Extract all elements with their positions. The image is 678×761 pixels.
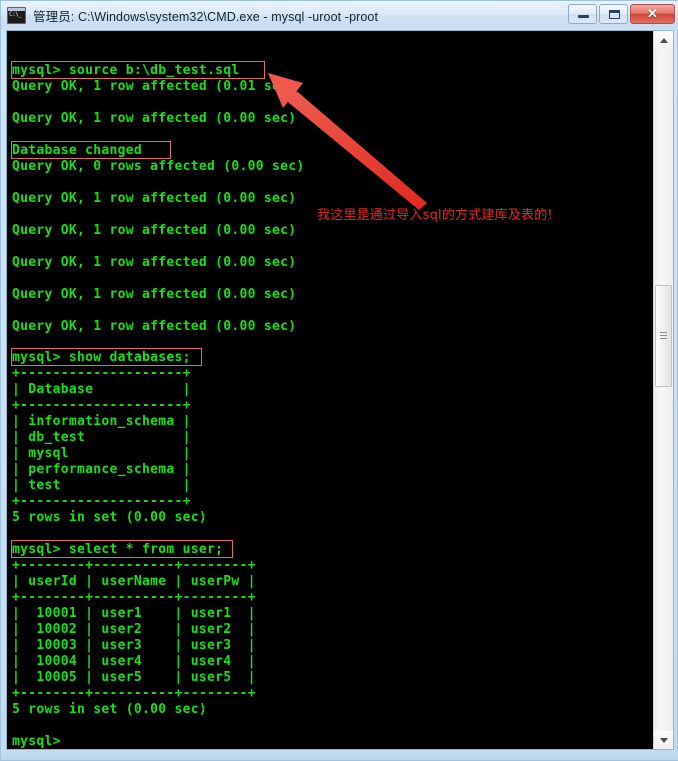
console-window: C:\_ 管理员: C:\Windows\system32\CMD.exe - … — [0, 0, 678, 761]
terminal-line: | Database | — [12, 382, 191, 397]
terminal-line: +--------------------+ — [12, 366, 191, 381]
terminal-line: Database changed — [12, 143, 143, 158]
terminal-line: | 10002 | user2 | user2 | — [12, 622, 256, 637]
terminal-line: mysql> show databases; — [12, 350, 191, 365]
terminal-line: mysql> — [12, 734, 61, 749]
terminal-line: Query OK, 1 row affected (0.00 sec) — [12, 319, 297, 334]
maximize-button[interactable] — [599, 4, 628, 24]
terminal-line: mysql> select * from user; — [12, 542, 224, 557]
terminal-line: 5 rows in set (0.00 sec) — [12, 510, 208, 525]
window-controls: ✕ — [568, 4, 675, 24]
terminal-line: | 10003 | user3 | user3 | — [12, 638, 256, 653]
terminal-line: +--------+----------+--------+ — [12, 558, 256, 573]
scroll-down-button[interactable] — [654, 731, 673, 749]
chevron-up-icon — [659, 38, 668, 43]
terminal-line: mysql> source b:\db_test.sql — [12, 63, 240, 78]
terminal-line: | 10001 | user1 | user1 | — [12, 606, 256, 621]
terminal-line: | performance_schema | — [12, 462, 191, 477]
terminal-line: +--------+----------+--------+ — [12, 686, 256, 701]
close-button[interactable]: ✕ — [630, 4, 675, 24]
annotation-text: 我这里是通过导入sql的方式建库及表的! — [317, 208, 553, 223]
terminal-line: | userId | userName | userPw | — [12, 574, 256, 589]
terminal-line: | db_test | — [12, 430, 191, 445]
minimize-button[interactable] — [568, 4, 597, 24]
terminal-line: 5 rows in set (0.00 sec) — [12, 702, 208, 717]
icon-prompt-text: C:\_ — [9, 10, 22, 18]
terminal-line: | information_schema | — [12, 414, 191, 429]
terminal-line: | mysql | — [12, 446, 191, 461]
terminal-line: Query OK, 1 row affected (0.00 sec) — [12, 111, 297, 126]
scrollbar-thumb[interactable] — [655, 285, 672, 387]
terminal-output[interactable]: mysql> source b:\db_test.sql Query OK, 1 … — [7, 31, 653, 749]
terminal-line: | test | — [12, 478, 191, 493]
grip-icon — [660, 332, 667, 340]
close-icon: ✕ — [647, 6, 658, 21]
terminal-line: Query OK, 1 row affected (0.01 sec) — [12, 79, 297, 94]
terminal-line: +--------------------+ — [12, 398, 191, 413]
console-area: mysql> source b:\db_test.sql Query OK, 1 … — [6, 30, 674, 750]
minimize-icon — [578, 15, 589, 18]
terminal-line: +--------------------+ — [12, 494, 191, 509]
title-bar[interactable]: C:\_ 管理员: C:\Windows\system32\CMD.exe - … — [1, 1, 678, 29]
cmd-console-icon: C:\_ — [7, 6, 26, 24]
vertical-scrollbar[interactable] — [653, 31, 673, 749]
terminal-line: Query OK, 0 rows affected (0.00 sec) — [12, 159, 305, 174]
scroll-up-button[interactable] — [654, 31, 673, 49]
terminal-line: | 10004 | user4 | user4 | — [12, 654, 256, 669]
maximize-icon — [609, 10, 620, 19]
window-title: 管理员: C:\Windows\system32\CMD.exe - mysql… — [33, 9, 379, 24]
window-bottom-frame — [1, 750, 678, 760]
terminal-line: Query OK, 1 row affected (0.00 sec) — [12, 191, 297, 206]
terminal-line: Query OK, 1 row affected (0.00 sec) — [12, 287, 297, 302]
terminal-line: +--------+----------+--------+ — [12, 590, 256, 605]
chevron-down-icon — [659, 738, 668, 743]
terminal-line: | 10005 | user5 | user5 | — [12, 670, 256, 685]
terminal-line: Query OK, 1 row affected (0.00 sec) — [12, 255, 297, 270]
terminal-line: Query OK, 1 row affected (0.00 sec) — [12, 223, 297, 238]
